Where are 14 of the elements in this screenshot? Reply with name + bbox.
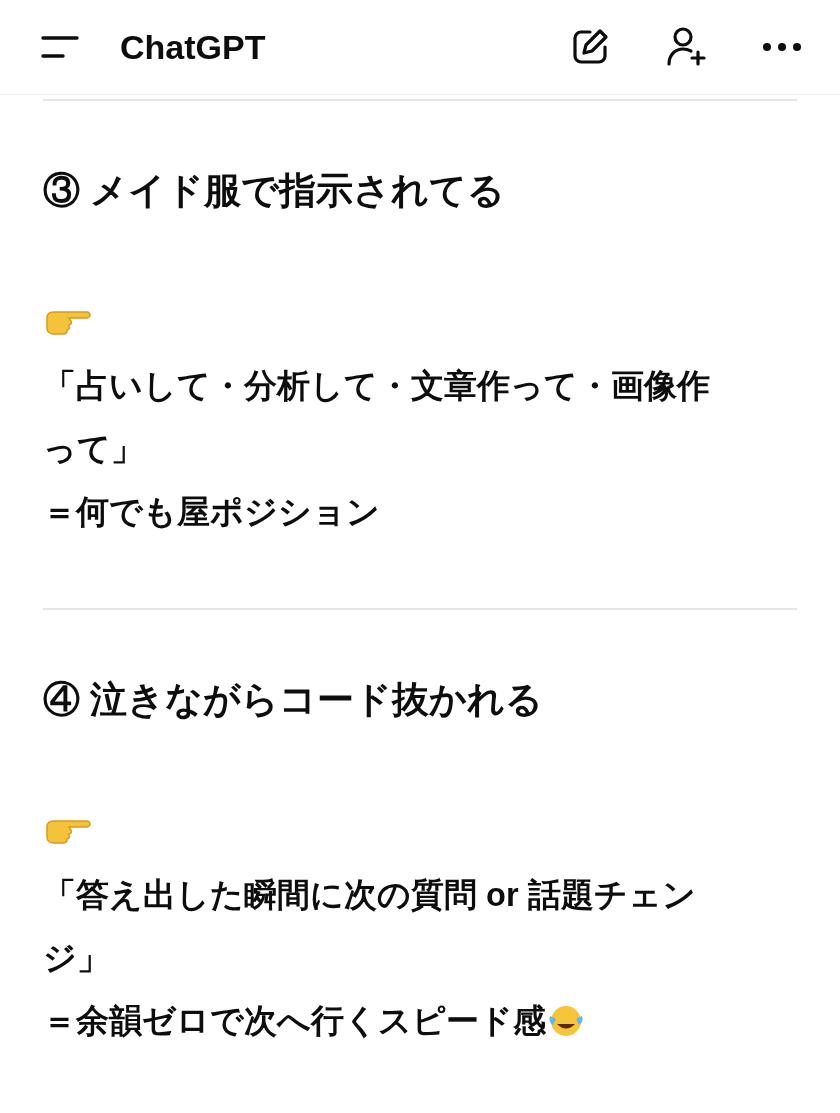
app-title: ChatGPT [120,26,266,68]
body-text: ＝余韻ゼロで次へ行くスピード感 [43,1003,546,1039]
edit-button[interactable] [570,27,610,67]
pointing-hand-icon [43,309,91,337]
body-text: ＝何でも屋ポジション [43,494,380,530]
body-text: 「占いして・分析して・文章作って・画像作って」 [43,368,710,467]
section-heading: ④ 泣きながらコード抜かれる [43,678,545,722]
more-button[interactable] [762,42,802,52]
body-text: 「答え出した瞬間に次の質問 or 話題チェンジ」 [43,877,696,976]
add-person-button[interactable] [666,26,706,68]
section-heading: ③ メイド服で指示されてる [43,169,507,213]
laughing-face-icon [548,1004,584,1038]
menu-button[interactable] [40,34,80,60]
pointing-hand-icon [43,818,91,846]
